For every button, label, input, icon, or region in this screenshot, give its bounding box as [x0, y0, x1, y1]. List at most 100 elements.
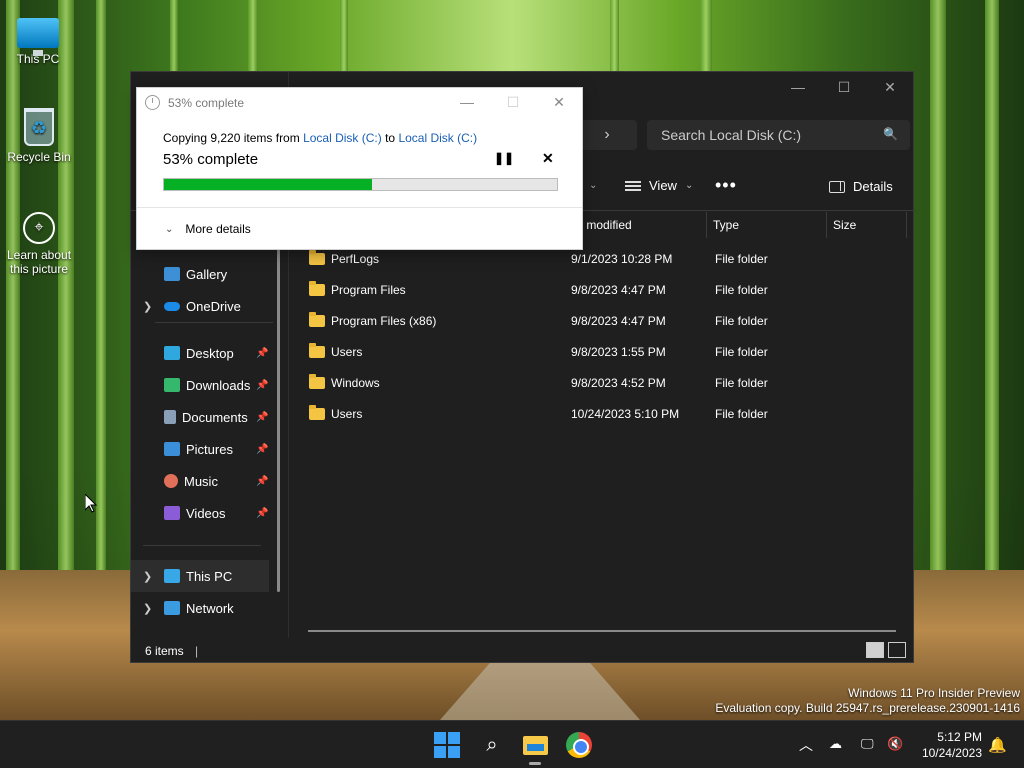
horizontal-scrollbar[interactable]	[308, 630, 896, 632]
desktop-icon-learn-about-picture[interactable]: ⌖ Learn about this picture	[1, 212, 77, 276]
monitor-icon	[17, 18, 59, 56]
desktop-icon	[164, 346, 180, 360]
minimize-icon[interactable]: —	[775, 72, 821, 102]
onedrive-icon	[164, 301, 180, 311]
file-type: File folder	[715, 251, 768, 266]
sidebar-item-videos[interactable]: Videos 📌	[131, 497, 281, 529]
file-explorer-icon[interactable]	[522, 732, 548, 765]
sidebar-item-this-pc[interactable]: ❯ This PC	[131, 560, 269, 592]
window-controls: — ☐ ✕	[775, 72, 913, 102]
file-type: File folder	[715, 375, 768, 390]
status-bar: 6 items |	[145, 644, 198, 658]
file-type: File folder	[715, 344, 768, 359]
maximize-icon[interactable]: ☐	[821, 72, 867, 102]
view-button[interactable]: View ⌄	[625, 178, 693, 193]
chevron-right-icon[interactable]: ❯	[143, 602, 152, 615]
file-date: 9/8/2023 1:55 PM	[571, 344, 666, 359]
list-item[interactable]: Program Files 9/8/2023 4:47 PM File fold…	[301, 274, 768, 305]
onedrive-tray-icon[interactable]: ☁	[829, 736, 842, 752]
list-item[interactable]: Users 10/24/2023 5:10 PM File folder	[301, 398, 768, 429]
chrome-icon[interactable]	[566, 732, 592, 758]
sidebar-item-desktop[interactable]: Desktop 📌	[131, 337, 281, 369]
column-type[interactable]: Type	[707, 212, 827, 238]
column-size[interactable]: Size	[827, 212, 907, 238]
minimize-icon[interactable]: —	[444, 88, 490, 116]
search-icon[interactable]: ⌕	[479, 732, 505, 758]
list-item[interactable]: Windows 9/8/2023 4:52 PM File folder	[301, 367, 768, 398]
pin-icon[interactable]: 📌	[256, 348, 268, 359]
chevron-right-icon[interactable]: ❯	[143, 570, 152, 583]
network-tray-icon[interactable]: 🖵	[861, 736, 874, 752]
desktop-icon-label: Recycle Bin	[7, 150, 71, 164]
sidebar-item-music[interactable]: Music 📌	[131, 465, 281, 497]
volume-muted-icon[interactable]: 🔇	[887, 736, 903, 752]
watermark-line2: Evaluation copy. Build 25947.rs_prerelea…	[715, 701, 1020, 715]
copy-description: Copying 9,220 items from Local Disk (C:)…	[163, 131, 477, 145]
details-pane-button[interactable]: Details	[829, 179, 893, 194]
sidebar-item-label: Desktop	[186, 345, 234, 361]
close-icon[interactable]: ✕	[536, 88, 582, 116]
close-icon[interactable]: ✕	[867, 72, 913, 102]
copy-progress-dialog: 53% complete — ☐ ✕ Copying 9,220 items f…	[136, 87, 583, 250]
notification-bell-icon[interactable]: 🔔	[988, 736, 1007, 754]
file-list: PerfLogs 9/1/2023 10:28 PM File folder P…	[301, 243, 768, 429]
desktop-icon-this-pc[interactable]: This PC	[0, 10, 76, 66]
clock-time: 5:12 PM	[937, 730, 982, 744]
folder-icon	[309, 311, 325, 327]
sort-chevron-down-icon[interactable]: ⌄	[589, 180, 597, 191]
dialog-title-bar: 53% complete	[145, 95, 244, 110]
desktop-icon-recycle-bin[interactable]: ♻ Recycle Bin	[1, 108, 77, 164]
taskbar: ⌕ ︿ ☁ 🖵 🔇 5:12 PM 10/24/2023 🔔	[0, 720, 1024, 768]
details-view-icon[interactable]	[866, 642, 884, 658]
search-box[interactable]: Search Local Disk (C:) 🔍	[647, 120, 910, 150]
system-clock[interactable]: 5:12 PM 10/24/2023	[912, 729, 982, 761]
destination-link[interactable]: Local Disk (C:)	[398, 131, 477, 145]
sidebar-item-network[interactable]: ❯ Network	[131, 592, 281, 624]
pin-icon[interactable]: 📌	[256, 380, 268, 391]
camera-icon: ⌖	[23, 212, 55, 244]
pin-icon[interactable]: 📌	[256, 508, 268, 519]
list-item[interactable]: Users 9/8/2023 1:55 PM File folder	[301, 336, 768, 367]
videos-icon	[164, 506, 180, 520]
start-button[interactable]	[434, 732, 460, 758]
sidebar-item-onedrive[interactable]: ❯ OneDrive	[131, 290, 281, 322]
more-options-button[interactable]: •••	[715, 175, 737, 196]
chevron-down-icon: ⌄	[165, 223, 174, 235]
sidebar-item-label: Downloads	[186, 377, 251, 393]
sidebar-item-label: Pictures	[186, 441, 233, 457]
view-toggle	[866, 642, 906, 658]
address-forward-chevron[interactable]: ›	[577, 120, 637, 150]
source-link[interactable]: Local Disk (C:)	[303, 131, 382, 145]
file-type: File folder	[715, 282, 768, 297]
file-date: 9/8/2023 4:47 PM	[571, 313, 666, 328]
pin-icon[interactable]: 📌	[256, 444, 268, 455]
evaluation-watermark: Windows 11 Pro Insider Preview Evaluatio…	[715, 686, 1020, 716]
view-label: View	[649, 178, 677, 193]
list-item[interactable]: Program Files (x86) 9/8/2023 4:47 PM Fil…	[301, 305, 768, 336]
tiles-view-icon[interactable]	[888, 642, 906, 658]
file-type: File folder	[715, 313, 768, 328]
pause-button[interactable]: ❚❚	[494, 151, 514, 165]
chevron-right-icon[interactable]: ❯	[143, 300, 152, 313]
mouse-cursor	[85, 494, 97, 513]
copy-prefix: Copying 9,220 items from	[163, 131, 304, 145]
pin-icon[interactable]: 📌	[256, 412, 268, 423]
document-icon	[164, 410, 176, 424]
column-date-modified[interactable]: te modified	[567, 212, 707, 238]
item-count: 6 items	[145, 644, 184, 658]
progress-bar	[163, 178, 558, 191]
file-name: Program Files	[331, 282, 406, 297]
sidebar-item-pictures[interactable]: Pictures 📌	[131, 433, 281, 465]
sidebar-item-gallery[interactable]: Gallery	[131, 258, 281, 290]
sidebar-item-downloads[interactable]: Downloads 📌	[131, 369, 281, 401]
more-details-button[interactable]: ⌄ More details	[165, 222, 251, 236]
status-separator: |	[195, 644, 199, 658]
pin-icon[interactable]: 📌	[256, 476, 268, 487]
recycle-bin-icon: ♻	[24, 108, 54, 146]
file-name: Users	[331, 406, 363, 421]
sidebar-item-documents[interactable]: Documents 📌	[131, 401, 281, 433]
cancel-button[interactable]: ✕	[542, 150, 554, 167]
file-date: 9/1/2023 10:28 PM	[571, 251, 673, 266]
clock-date: 10/24/2023	[921, 746, 982, 760]
chevron-up-icon[interactable]: ︿	[799, 735, 813, 755]
